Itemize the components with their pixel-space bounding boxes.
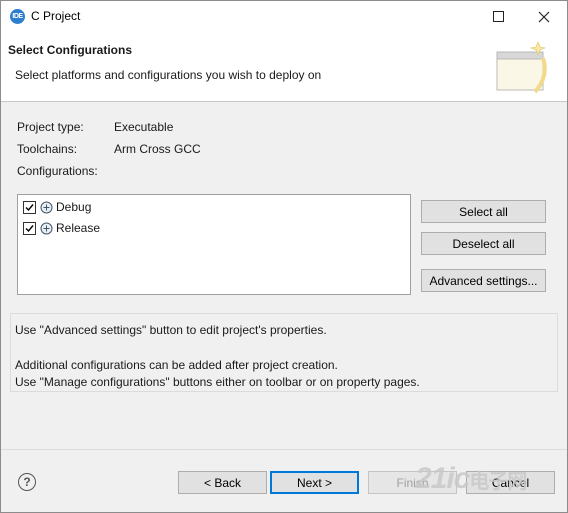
- page-title: Select Configurations: [8, 43, 133, 57]
- wizard-banner-icon: [496, 41, 547, 94]
- checkmark-icon: [25, 224, 34, 232]
- cancel-button[interactable]: Cancel: [466, 471, 555, 494]
- title-bar[interactable]: IDE C Project: [1, 1, 567, 32]
- help-icon[interactable]: ?: [18, 473, 36, 491]
- select-all-button[interactable]: Select all: [421, 200, 546, 223]
- maximize-button[interactable]: [475, 1, 521, 32]
- window-title: C Project: [31, 9, 81, 23]
- debug-label: Debug: [56, 200, 92, 214]
- deselect-all-button[interactable]: Deselect all: [421, 232, 546, 255]
- project-type-label: Project type:: [17, 120, 84, 134]
- project-type-value: Executable: [114, 120, 174, 134]
- footer-divider: [1, 449, 567, 450]
- hint-additional-configs: Additional configurations can be added a…: [15, 358, 338, 372]
- toolchains-value: Arm Cross GCC: [114, 142, 201, 156]
- toolchains-label: Toolchains:: [17, 142, 78, 156]
- ide-app-icon: IDE: [10, 9, 25, 24]
- configurations-list[interactable]: Debug Release: [17, 194, 411, 295]
- hint-advanced-settings: Use "Advanced settings" button to edit p…: [15, 323, 327, 337]
- dialog-window: IDE C Project Select Configurations Sele…: [0, 0, 568, 513]
- close-button[interactable]: [521, 1, 567, 32]
- finish-button[interactable]: Finish: [368, 471, 457, 494]
- maximize-icon: [492, 11, 504, 22]
- checkmark-icon: [25, 203, 34, 211]
- back-button[interactable]: < Back: [178, 471, 267, 494]
- config-item-release[interactable]: Release: [23, 219, 100, 237]
- wizard-header: Select Configurations Select platforms a…: [1, 32, 567, 102]
- release-label: Release: [56, 221, 101, 235]
- next-button[interactable]: Next >: [270, 471, 359, 494]
- release-checkbox[interactable]: [23, 221, 36, 235]
- debug-checkbox[interactable]: [23, 200, 36, 214]
- configurations-label: Configurations:: [17, 164, 98, 178]
- hint-panel: Use "Advanced settings" button to edit p…: [10, 313, 558, 392]
- close-icon: [538, 11, 550, 22]
- configuration-gear-icon: [40, 222, 53, 234]
- hint-manage-configs: Use "Manage configurations" buttons eith…: [15, 375, 420, 389]
- configuration-gear-icon: [40, 201, 53, 213]
- advanced-settings-button[interactable]: Advanced settings...: [421, 269, 546, 292]
- config-item-debug[interactable]: Debug: [23, 198, 91, 216]
- page-description: Select platforms and configurations you …: [15, 68, 322, 82]
